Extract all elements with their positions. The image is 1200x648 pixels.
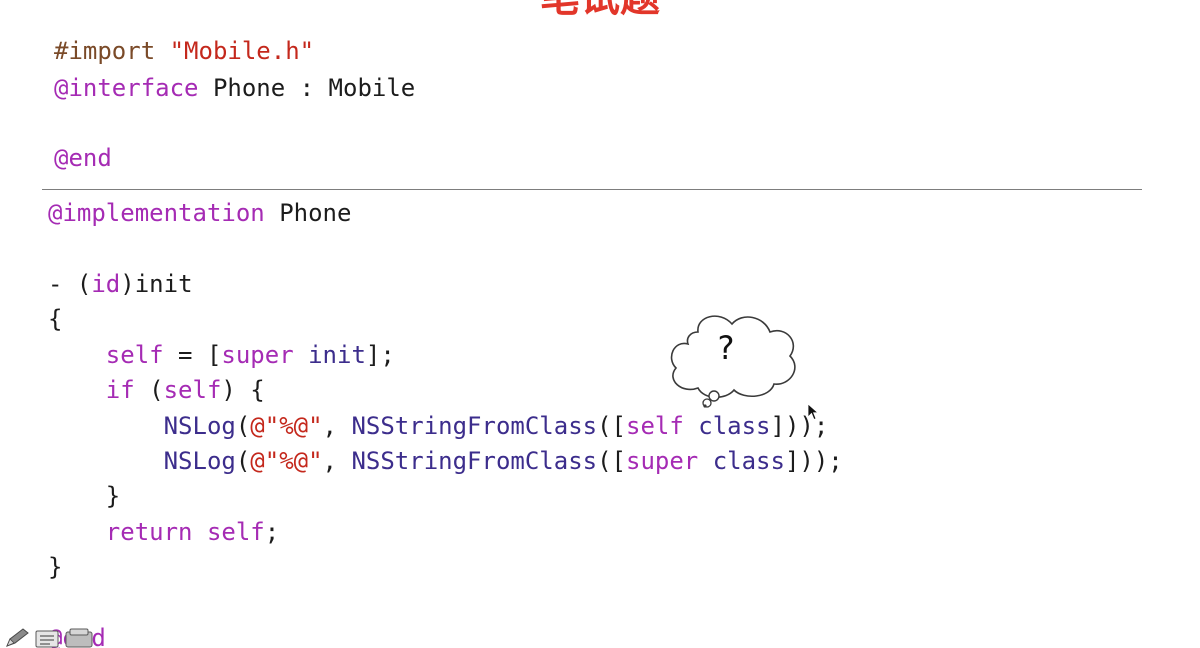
code-token: ([	[597, 412, 626, 440]
code-token: class	[712, 447, 785, 475]
code-token: return	[105, 518, 193, 546]
code-token: ];	[365, 341, 395, 369]
code-token: ([	[597, 447, 626, 475]
code-token: self	[163, 376, 222, 404]
code-line-interface-end: @end	[54, 143, 112, 173]
code-token: (	[134, 376, 164, 404]
code-token: Phone	[264, 199, 352, 227]
code-line-nslog-self-class: NSLog(@"%@", NSStringFromClass([self cla…	[48, 411, 829, 441]
code-token: - (	[48, 270, 92, 298]
code-token: NSStringFromClass	[351, 447, 598, 475]
code-token: ;	[264, 518, 280, 546]
thought-bubble: ?	[660, 302, 805, 412]
notes-icon[interactable]	[34, 628, 60, 648]
code-token: self	[626, 412, 684, 440]
code-token: ]));	[784, 447, 843, 475]
code-token: (	[235, 412, 251, 440]
code-token: #import	[54, 37, 170, 65]
code-line-return-self: return self;	[48, 517, 279, 547]
code-token: init	[308, 341, 366, 369]
code-token: ) {	[221, 376, 265, 404]
code-token: )init	[120, 270, 193, 298]
code-line-nslog-super-class: NSLog(@"%@", NSStringFromClass([super cl…	[48, 446, 843, 476]
code-token: NSLog	[163, 447, 236, 475]
code-line-implementation: @implementation Phone	[48, 198, 351, 228]
code-token: = [	[163, 341, 222, 369]
code-line-open-brace: {	[48, 304, 62, 334]
code-token: id	[91, 270, 121, 298]
code-token: self	[206, 518, 265, 546]
presenter-toolbar[interactable]	[2, 626, 102, 648]
code-token: @interface	[54, 74, 199, 102]
code-token: ,	[322, 412, 352, 440]
code-token: class	[698, 412, 771, 440]
code-token: self	[105, 341, 164, 369]
code-token: "Mobile.h"	[169, 37, 315, 65]
code-token: }	[48, 553, 63, 581]
pen-icon[interactable]	[4, 628, 30, 648]
code-token: ]));	[770, 412, 829, 440]
code-line-if-close: }	[48, 481, 120, 511]
code-block: #import "Mobile.h" @interface Phone : Mo…	[0, 0, 1200, 648]
thought-bubble-text: ?	[717, 329, 735, 367]
code-line-super-init: self = [super init];	[48, 340, 395, 370]
code-token: Phone : Mobile	[198, 74, 416, 102]
code-token: }	[48, 482, 121, 510]
code-token: @implementation	[48, 199, 265, 227]
section-divider	[42, 189, 1142, 190]
code-line-close-brace: }	[48, 552, 62, 582]
code-token: @end	[54, 144, 112, 172]
code-line-import: #import "Mobile.h"	[54, 36, 314, 66]
code-token: super	[221, 341, 294, 369]
code-token: if	[105, 376, 135, 404]
code-token: ,	[322, 447, 352, 475]
code-token: NSStringFromClass	[351, 412, 598, 440]
code-token: {	[48, 305, 63, 333]
slides-icon[interactable]	[64, 628, 94, 648]
code-token: super	[626, 447, 699, 475]
code-line-if-self: if (self) {	[48, 375, 265, 405]
code-token: (	[235, 447, 251, 475]
code-token: @"%@"	[250, 447, 323, 475]
code-token: @"%@"	[250, 412, 323, 440]
code-token: NSLog	[163, 412, 236, 440]
code-line-interface: @interface Phone : Mobile	[54, 73, 415, 103]
code-line-init-signature: - (id)init	[48, 269, 193, 299]
mouse-cursor-icon	[807, 403, 819, 421]
